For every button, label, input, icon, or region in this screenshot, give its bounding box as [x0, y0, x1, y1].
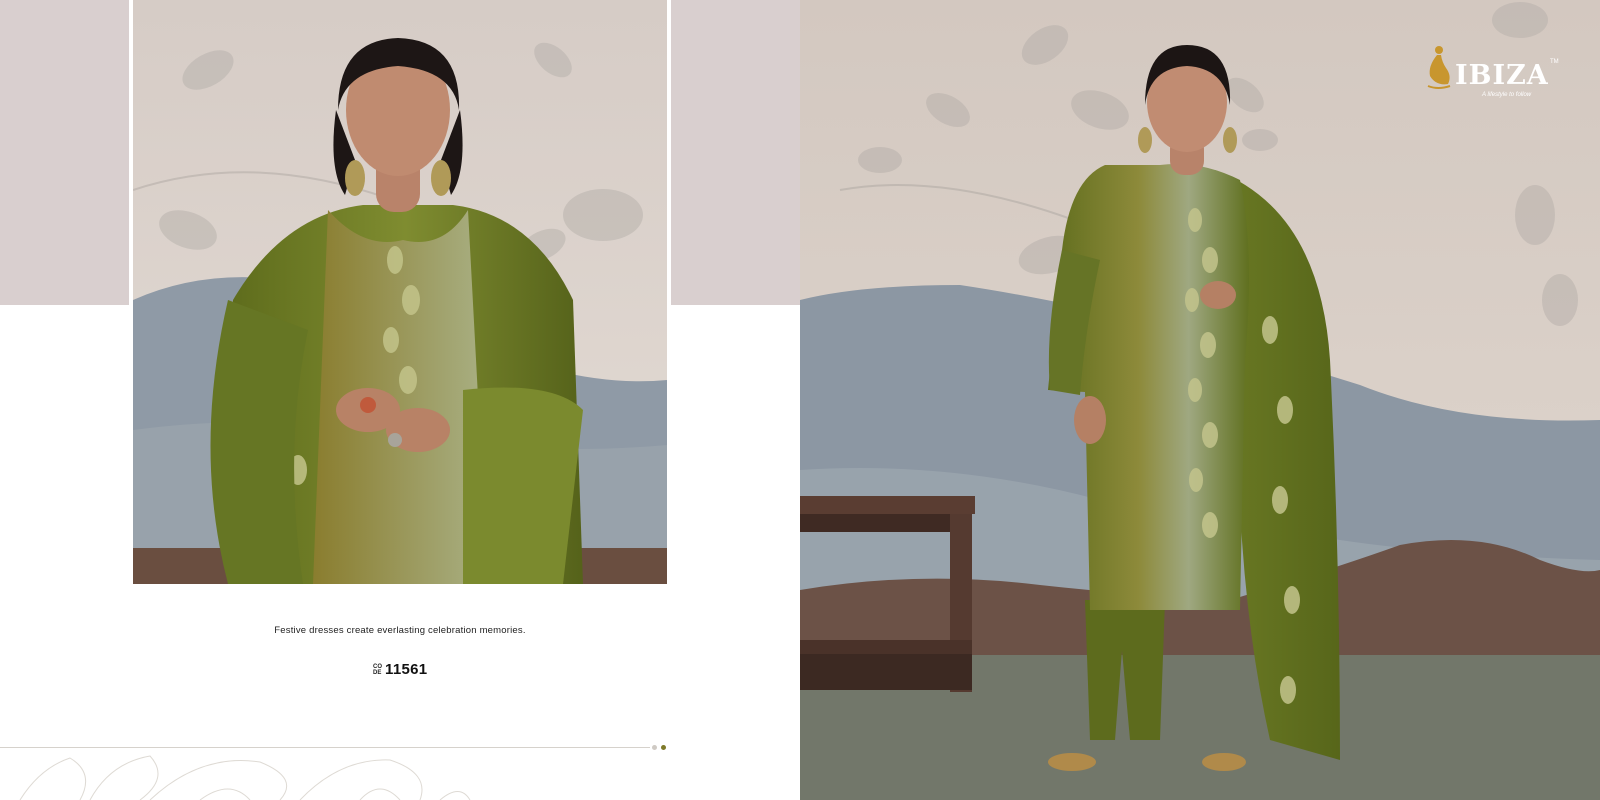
brand-tagline: A lifestyle to follow: [1482, 92, 1532, 98]
tagline-text: Festive dresses create everlasting celeb…: [274, 625, 526, 636]
code-value: 11561: [385, 661, 428, 678]
left-catalog-page: Festive dresses create everlasting celeb…: [0, 0, 800, 800]
decor-band-right: [671, 0, 800, 305]
brand-name: IBIZA: [1455, 60, 1549, 91]
decor-band-left: [0, 0, 129, 305]
brand-trademark: TM: [1550, 59, 1559, 65]
code-prefix-bottom: DE: [373, 669, 382, 676]
code-prefix-label: CO DE: [373, 664, 382, 676]
model-closeup-photo: [133, 0, 667, 584]
model-fullbody-photo: [800, 0, 1600, 800]
ibiza-brand-logo: IBIZA TM A lifestyle to follow: [1422, 42, 1562, 102]
product-code: CO DE 11561: [373, 661, 427, 678]
floral-line-art: [0, 748, 800, 800]
brand-mark-icon: [1427, 46, 1451, 89]
right-catalog-page: [800, 0, 1600, 800]
